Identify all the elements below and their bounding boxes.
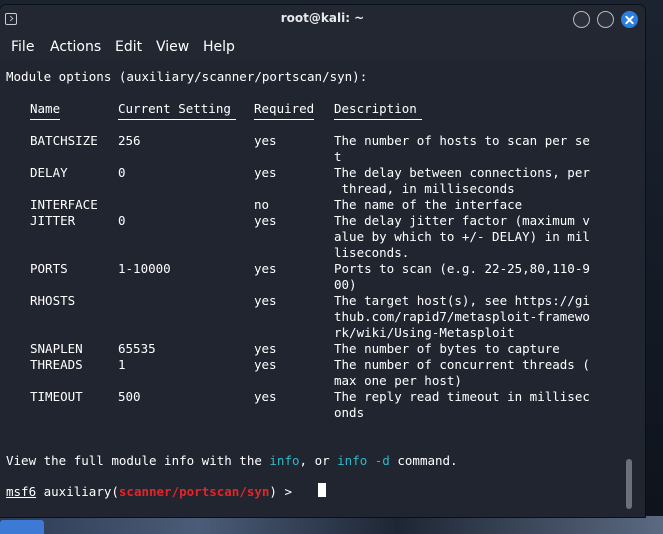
- option-setting: 0: [118, 213, 126, 228]
- window-title: root@kali: ~: [280, 11, 365, 25]
- option-setting: 65535: [118, 341, 156, 356]
- text-cursor: [318, 483, 326, 497]
- option-required: no: [254, 197, 270, 212]
- column-name-underline: [30, 119, 60, 120]
- option-description: max one per host): [334, 373, 462, 388]
- option-description: t: [334, 149, 342, 164]
- option-required: yes: [254, 389, 277, 404]
- prompt-module: scanner/portscan/syn: [118, 484, 270, 499]
- terminal-output[interactable]: Module options (auxiliary/scanner/portsc…: [0, 61, 645, 517]
- option-required: yes: [254, 341, 277, 356]
- column-setting-underline: [118, 119, 236, 120]
- option-required: yes: [254, 261, 277, 276]
- column-required-header: Required: [254, 101, 315, 116]
- taskbar: [0, 516, 663, 534]
- maximize-button[interactable]: [597, 11, 614, 28]
- option-setting: 500: [118, 389, 141, 404]
- option-description: The number of concurrent threads (: [334, 357, 590, 372]
- option-description: rk/wiki/Using-Metasploit: [334, 325, 515, 340]
- module-info-hint: View the full module info with the info,…: [6, 453, 458, 469]
- column-name-header: Name: [30, 101, 61, 116]
- option-description: The name of the interface: [334, 197, 523, 212]
- option-description: onds: [334, 405, 365, 420]
- hint-text-2: , or: [299, 453, 338, 468]
- option-description: The reply read timeout in millisec: [334, 389, 590, 404]
- option-name: RHOSTS: [30, 293, 76, 308]
- menu-file[interactable]: File: [11, 39, 34, 55]
- option-required: yes: [254, 357, 277, 372]
- msf-prompt[interactable]: msf6 auxiliary(scanner/portscan/syn) >: [6, 484, 300, 500]
- menu-help[interactable]: Help: [203, 39, 235, 55]
- column-description-header: Description: [334, 101, 417, 116]
- column-description-underline: [334, 119, 422, 120]
- option-name: INTERFACE: [30, 197, 98, 212]
- column-required-underline: [254, 119, 314, 120]
- taskbar-active-item[interactable]: [0, 520, 44, 534]
- option-required: yes: [254, 213, 277, 228]
- title-bar[interactable]: root@kali: ~: [0, 5, 645, 35]
- hint-text-1: View the full module info with the: [6, 453, 270, 468]
- option-description: Ports to scan (e.g. 22-25,80,110-9: [334, 261, 590, 276]
- menu-edit[interactable]: Edit: [115, 39, 142, 55]
- option-name: SNAPLEN: [30, 341, 83, 356]
- option-description: thread, in milliseconds: [334, 181, 515, 196]
- info-d-command: info -d: [337, 453, 390, 468]
- option-setting: 256: [118, 133, 141, 148]
- option-description: alue by which to +/- DELAY) in mil: [334, 229, 590, 244]
- option-description: The target host(s), see https://gi: [334, 293, 590, 308]
- option-description: The number of hosts to scan per se: [334, 133, 590, 148]
- option-description: 00): [334, 277, 357, 292]
- option-description: The number of bytes to capture: [334, 341, 560, 356]
- terminal-window: root@kali: ~ File Actions Edit View Help…: [0, 5, 645, 517]
- menu-actions[interactable]: Actions: [50, 39, 101, 55]
- option-name: JITTER: [30, 213, 76, 228]
- prompt-suffix: ) >: [269, 484, 300, 499]
- option-description: The delay jitter factor (maximum v: [334, 213, 590, 228]
- option-description: liseconds.: [334, 245, 410, 260]
- scrollbar[interactable]: [626, 459, 632, 509]
- minimize-button[interactable]: [573, 11, 590, 28]
- option-name: BATCHSIZE: [30, 133, 98, 148]
- option-description: The delay between connections, per: [334, 165, 590, 180]
- option-name: TIMEOUT: [30, 389, 83, 404]
- info-command: info: [269, 453, 300, 468]
- option-required: yes: [254, 293, 277, 308]
- prompt-user: msf6: [6, 484, 37, 499]
- option-setting: 1-10000: [118, 261, 171, 276]
- menu-bar: File Actions Edit View Help: [0, 35, 645, 61]
- option-required: yes: [254, 133, 277, 148]
- option-description: thub.com/rapid7/metasploit-framewo: [334, 309, 590, 324]
- prompt-prefix: auxiliary(: [36, 484, 119, 499]
- column-setting-header: Current Setting: [118, 101, 231, 116]
- option-setting: 1: [118, 357, 126, 372]
- module-options-header: Module options (auxiliary/scanner/portsc…: [6, 69, 368, 84]
- close-button[interactable]: [621, 11, 638, 28]
- hint-text-3: command.: [389, 453, 458, 468]
- menu-view[interactable]: View: [156, 39, 189, 55]
- option-name: DELAY: [30, 165, 68, 180]
- option-required: yes: [254, 165, 277, 180]
- option-setting: 0: [118, 165, 126, 180]
- option-name: THREADS: [30, 357, 83, 372]
- option-name: PORTS: [30, 261, 68, 276]
